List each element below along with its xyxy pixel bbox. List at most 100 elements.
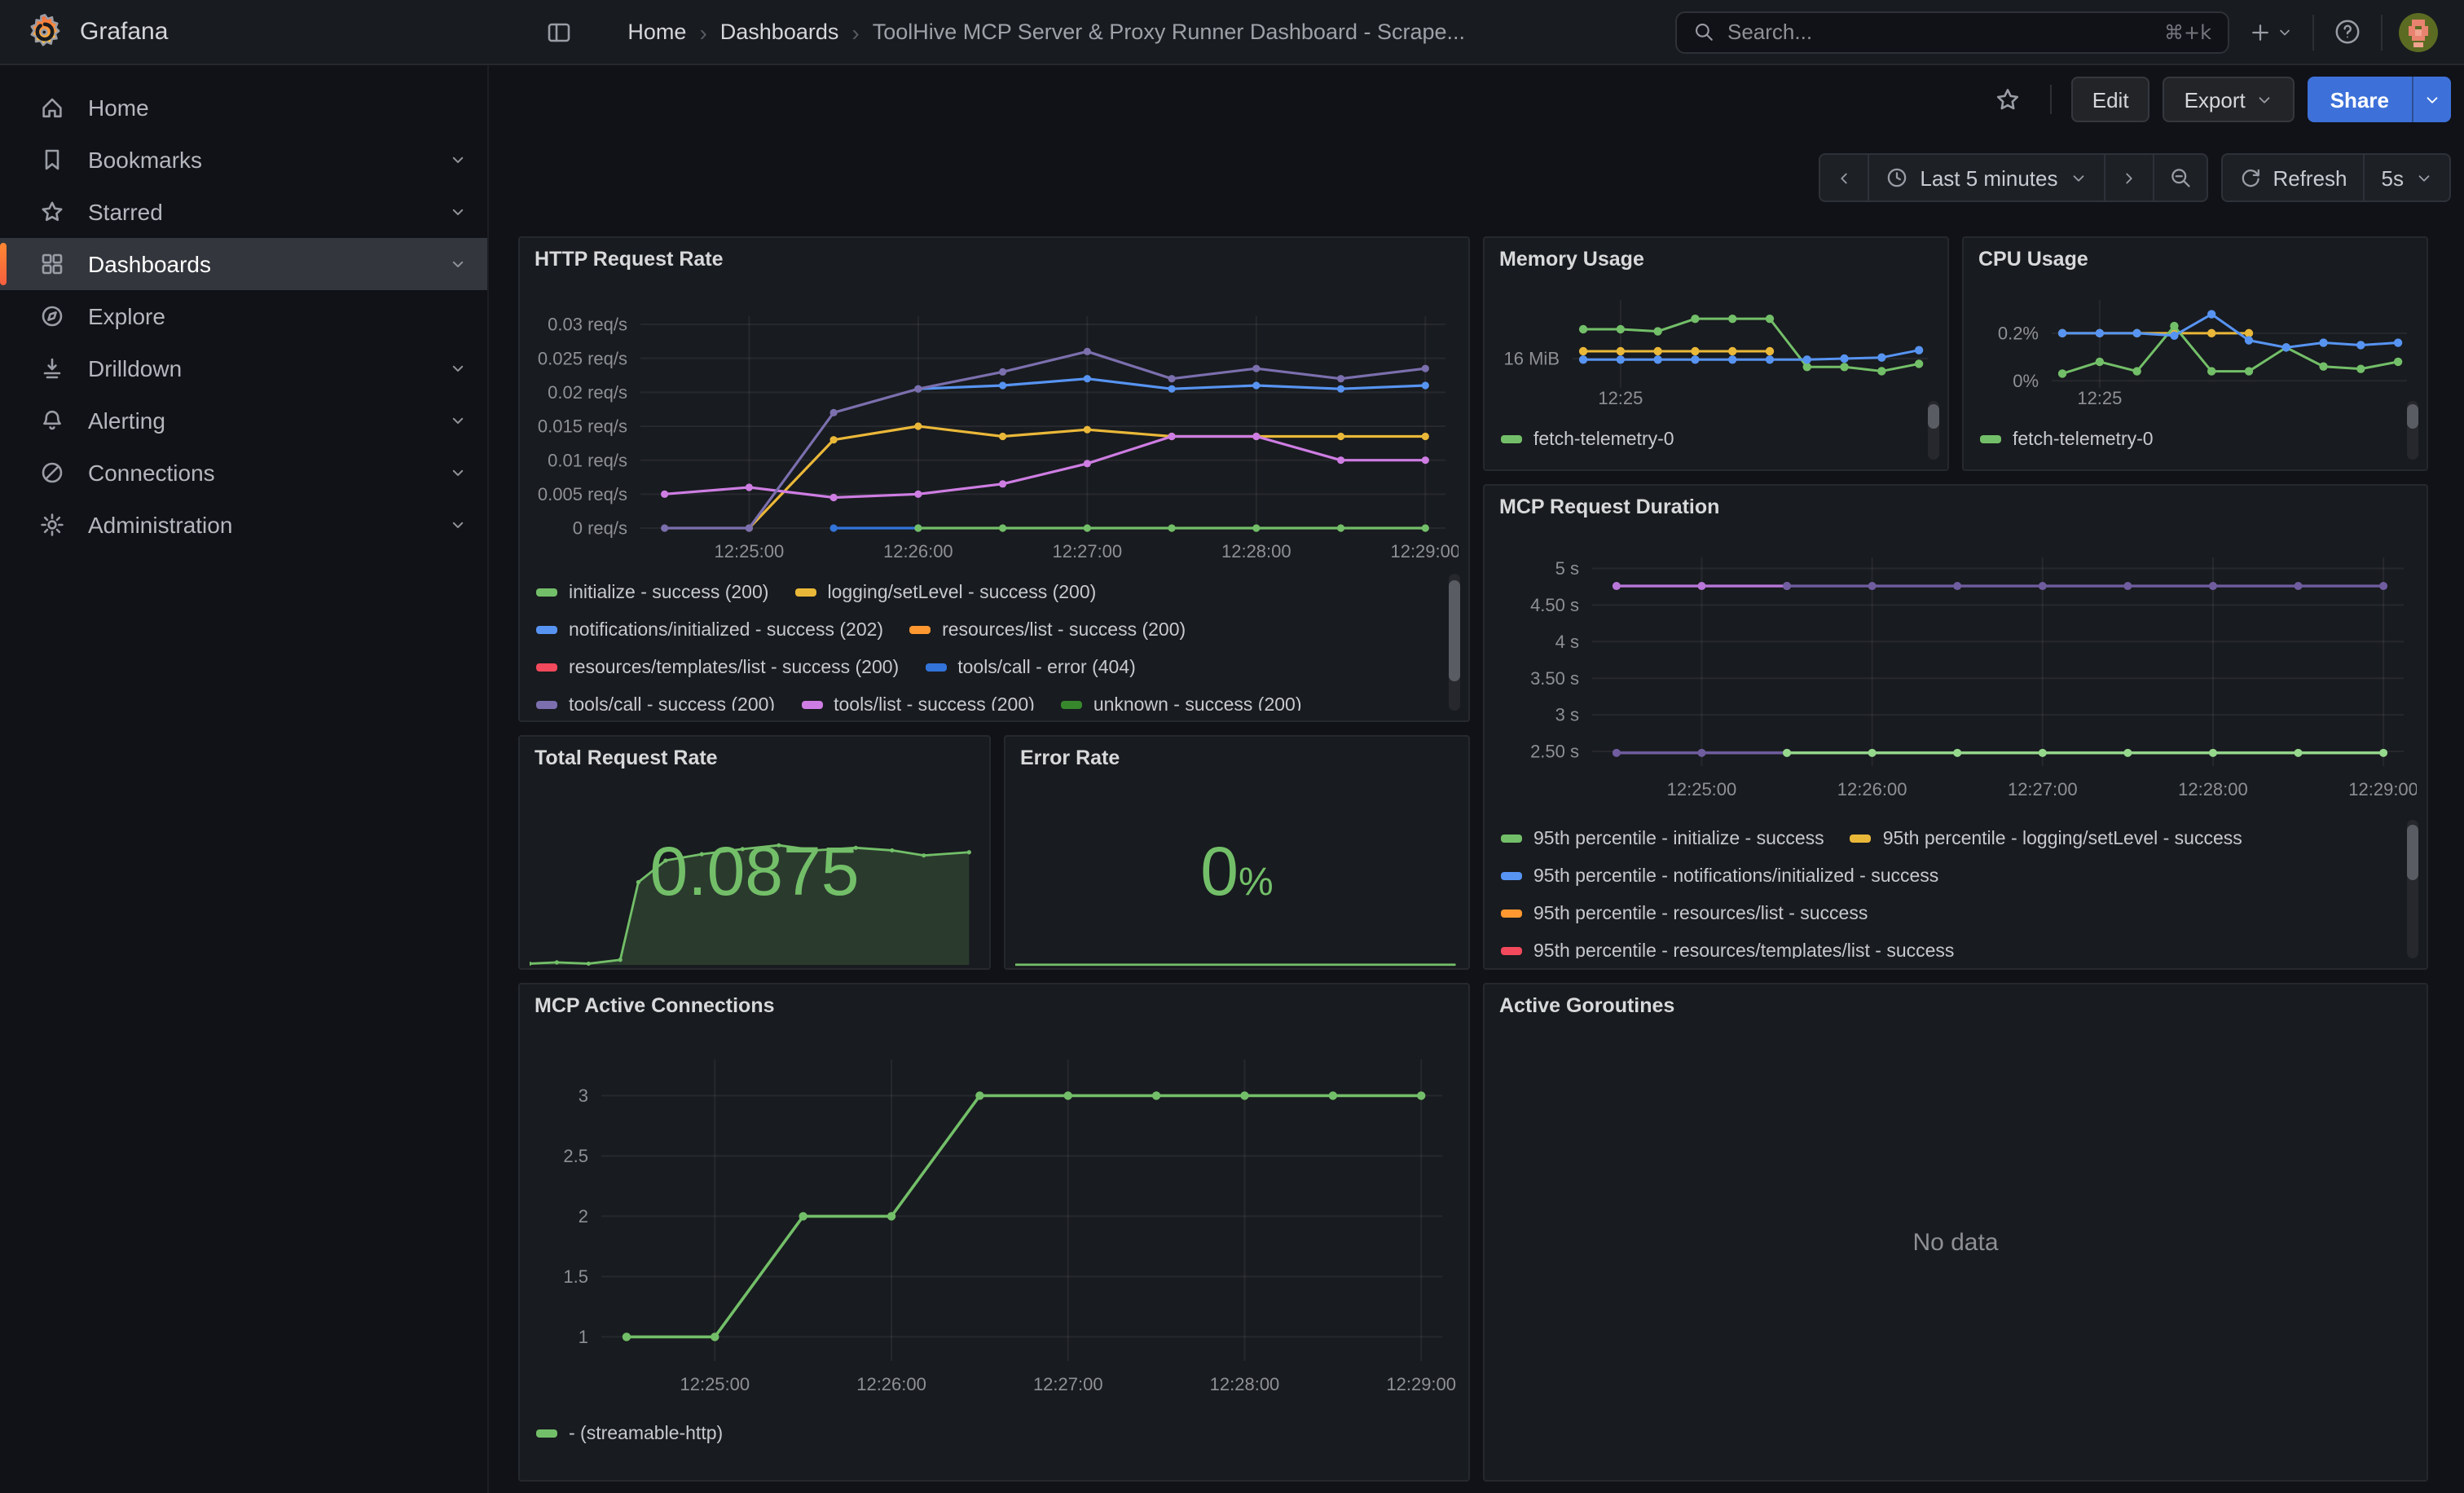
http-request-rate-chart[interactable]: 12:25:0012:26:0012:27:0012:28:0012:29:00… [533, 293, 1459, 567]
time-forward-button[interactable] [2103, 155, 2152, 200]
refresh-interval-picker[interactable]: 5s [2364, 155, 2449, 200]
panel-title[interactable]: CPU Usage [1978, 248, 2088, 271]
share-button-group: Share [2308, 77, 2451, 122]
add-new-button[interactable] [2246, 17, 2296, 46]
legend-item[interactable]: resources/list - success (200) [909, 620, 1186, 640]
search-input[interactable]: Search... ⌘+k [1675, 11, 2229, 53]
mcp-active-connections-chart[interactable]: 12:25:0012:26:0012:27:0012:28:0012:29:00… [533, 1033, 1459, 1400]
legend-item[interactable]: tools/list - success (200) [801, 695, 1035, 711]
panel-title[interactable]: Memory Usage [1499, 248, 1644, 271]
memory-usage-chart[interactable]: 12:2516 MiB [1498, 290, 1938, 414]
time-range-picker[interactable]: Last 5 minutes [1868, 155, 2103, 200]
refresh-button[interactable]: Refresh [2222, 155, 2363, 200]
legend-label: tools/call - success (200) [569, 695, 775, 711]
legend-scrollbar-thumb[interactable] [1449, 580, 1460, 681]
svg-text:2: 2 [579, 1206, 588, 1227]
sidebar-item-dashboards[interactable]: Dashboards [0, 238, 487, 290]
time-back-button[interactable] [1820, 155, 1868, 200]
svg-text:5 s: 5 s [1555, 558, 1579, 579]
chevron-down-icon[interactable] [448, 463, 468, 482]
legend-label: 95th percentile - notifications/initiali… [1533, 866, 1938, 886]
sidebar-toggle-icon[interactable] [546, 19, 572, 45]
panel-title[interactable]: Total Request Rate [535, 746, 718, 769]
help-button[interactable] [2330, 15, 2365, 49]
svg-text:12:29:00: 12:29:00 [1390, 541, 1459, 562]
legend-item[interactable]: fetch-telemetry-0 [1501, 429, 1674, 449]
user-avatar[interactable] [2399, 12, 2438, 51]
chevron-down-icon [2069, 169, 2087, 187]
chevron-down-icon[interactable] [448, 411, 468, 430]
legend-item[interactable]: 95th percentile - notifications/initiali… [1501, 866, 1938, 886]
svg-text:1: 1 [579, 1327, 588, 1347]
chevron-down-icon[interactable] [448, 150, 468, 170]
sidebar-item-drilldown[interactable]: Drilldown [0, 342, 487, 394]
legend-item[interactable]: tools/call - success (200) [536, 695, 775, 711]
sidebar-item-starred[interactable]: Starred [0, 186, 487, 238]
svg-text:2.5: 2.5 [563, 1146, 588, 1166]
svg-text:12:25:00: 12:25:00 [715, 541, 785, 562]
http-legend: initialize - success (200) logging/setLev… [536, 574, 1442, 711]
legend-label: unknown - success (200) [1093, 695, 1302, 711]
legend-item[interactable]: 95th percentile - initialize - success [1501, 829, 1824, 848]
sidebar-item-administration[interactable]: Administration [0, 499, 487, 551]
panel-title[interactable]: MCP Active Connections [535, 994, 775, 1017]
breadcrumb-home[interactable]: Home [627, 20, 686, 44]
legend-item[interactable]: - (streamable-http) [536, 1424, 723, 1443]
legend-item[interactable]: unknown - success (200) [1061, 695, 1302, 711]
export-label: Export [2185, 87, 2246, 112]
mcp-request-duration-chart[interactable]: 12:25:0012:26:0012:27:0012:28:0012:29:00… [1498, 541, 2417, 805]
sidebar: Home Bookmarks Starred Dashboards Explor… [0, 65, 489, 1493]
error-rate-suffix: % [1239, 861, 1274, 905]
chevron-down-icon[interactable] [448, 359, 468, 378]
legend-item[interactable]: resources/templates/list - success (200) [536, 658, 899, 677]
sidebar-item-explore[interactable]: Explore [0, 290, 487, 342]
sidebar-item-label: Bookmarks [88, 147, 425, 173]
search-shortcut: ⌘+k [2164, 20, 2211, 43]
legend-scrollbar-thumb[interactable] [2407, 404, 2418, 429]
share-button[interactable]: Share [2308, 77, 2412, 122]
panel-title[interactable]: MCP Request Duration [1499, 495, 1719, 518]
error-rate-sparkline[interactable] [1015, 952, 1468, 968]
legend-item[interactable]: 95th percentile - resources/list - succe… [1501, 904, 1868, 923]
chevron-down-icon [2255, 90, 2273, 108]
breadcrumb-dashboards[interactable]: Dashboards [720, 20, 839, 44]
legend-scrollbar-thumb[interactable] [1928, 404, 1939, 429]
sidebar-item-home[interactable]: Home [0, 81, 487, 134]
panel-title[interactable]: Active Goroutines [1499, 994, 1674, 1017]
legend-item[interactable]: notifications/initialized - success (202… [536, 620, 883, 640]
export-button[interactable]: Export [2163, 77, 2295, 122]
chevron-down-icon[interactable] [448, 254, 468, 274]
legend-item[interactable]: initialize - success (200) [536, 583, 768, 602]
memory-legend: fetch-telemetry-0 [1501, 421, 1892, 460]
chevron-right-icon [2119, 169, 2137, 187]
panel-title[interactable]: HTTP Request Rate [535, 248, 724, 271]
legend-swatch [1501, 873, 1522, 880]
legend-item[interactable]: fetch-telemetry-0 [1980, 429, 2154, 449]
sidebar-item-connections[interactable]: Connections [0, 447, 487, 499]
chevron-down-icon[interactable] [448, 515, 468, 535]
cpu-legend: fetch-telemetry-0 [1980, 421, 2371, 460]
svg-text:12:25:00: 12:25:00 [1667, 779, 1737, 799]
zoom-out-button[interactable] [2152, 155, 2206, 200]
home-icon [39, 95, 65, 121]
edit-button[interactable]: Edit [2071, 77, 2150, 122]
legend-label: resources/list - success (200) [942, 620, 1186, 640]
refresh-group: Refresh 5s [2220, 153, 2451, 202]
legend-scrollbar-thumb[interactable] [2407, 825, 2418, 880]
chevron-down-icon[interactable] [448, 202, 468, 222]
share-menu-button[interactable] [2412, 77, 2451, 122]
favorite-star-button[interactable] [1985, 77, 2031, 122]
legend-item[interactable]: tools/call - error (404) [925, 658, 1136, 677]
time-controls: Last 5 minutes Refresh 5s [489, 152, 2464, 204]
sidebar-item-bookmarks[interactable]: Bookmarks [0, 134, 487, 186]
legend-item[interactable]: logging/setLevel - success (200) [794, 583, 1096, 602]
brand[interactable]: Grafana [26, 13, 168, 51]
legend-item[interactable]: 95th percentile - logging/setLevel - suc… [1850, 829, 2242, 848]
panel-title[interactable]: Error Rate [1020, 746, 1120, 769]
sidebar-item-alerting[interactable]: Alerting [0, 394, 487, 447]
svg-text:3: 3 [579, 1086, 588, 1106]
cpu-usage-chart[interactable]: 12:250.2%0% [1977, 290, 2417, 414]
grafana-app: Grafana Home › Dashboards › ToolHive MCP… [0, 0, 2464, 1493]
legend-item[interactable]: 95th percentile - resources/templates/li… [1501, 941, 1954, 958]
legend-swatch [801, 702, 822, 709]
